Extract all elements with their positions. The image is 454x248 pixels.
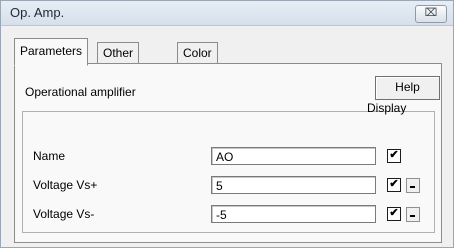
- parameters-panel: Operational amplifier Help Display Name …: [14, 63, 442, 243]
- tab-color[interactable]: Color: [177, 42, 218, 63]
- tab-other-info[interactable]: Other Info: [97, 42, 140, 80]
- title-bar[interactable]: Op. Amp. ⌧: [1, 1, 453, 26]
- voltage-vs-minus-dropdown-button[interactable]: [406, 207, 420, 222]
- voltage-vs-minus-display-checkbox[interactable]: ✔: [387, 207, 401, 221]
- display-column-label: Display: [367, 101, 407, 115]
- window-title: Op. Amp.: [10, 5, 65, 20]
- voltage-vs-plus-field[interactable]: 5: [211, 176, 376, 194]
- parameter-group: Display Name AO ✔ Voltage Vs+ 5 ✔ Voltag…: [22, 101, 435, 233]
- voltage-vs-minus-field[interactable]: -5: [211, 205, 376, 223]
- voltage-vs-minus-label: Voltage Vs-: [33, 207, 95, 221]
- tab-parameters[interactable]: Parameters: [14, 38, 89, 66]
- name-display-checkbox[interactable]: ✔: [387, 149, 401, 163]
- component-heading: Operational amplifier: [25, 85, 136, 99]
- close-button[interactable]: ⌧: [415, 5, 447, 23]
- name-field[interactable]: AO: [211, 147, 376, 165]
- voltage-vs-plus-dropdown-button[interactable]: [406, 178, 420, 193]
- voltage-vs-plus-display-checkbox[interactable]: ✔: [387, 178, 401, 192]
- dialog-window: Op. Amp. ⌧ Parameters Other Info Color O…: [0, 0, 454, 248]
- help-button[interactable]: Help: [375, 76, 440, 100]
- name-label: Name: [33, 149, 66, 163]
- voltage-vs-plus-label: Voltage Vs+: [33, 178, 98, 192]
